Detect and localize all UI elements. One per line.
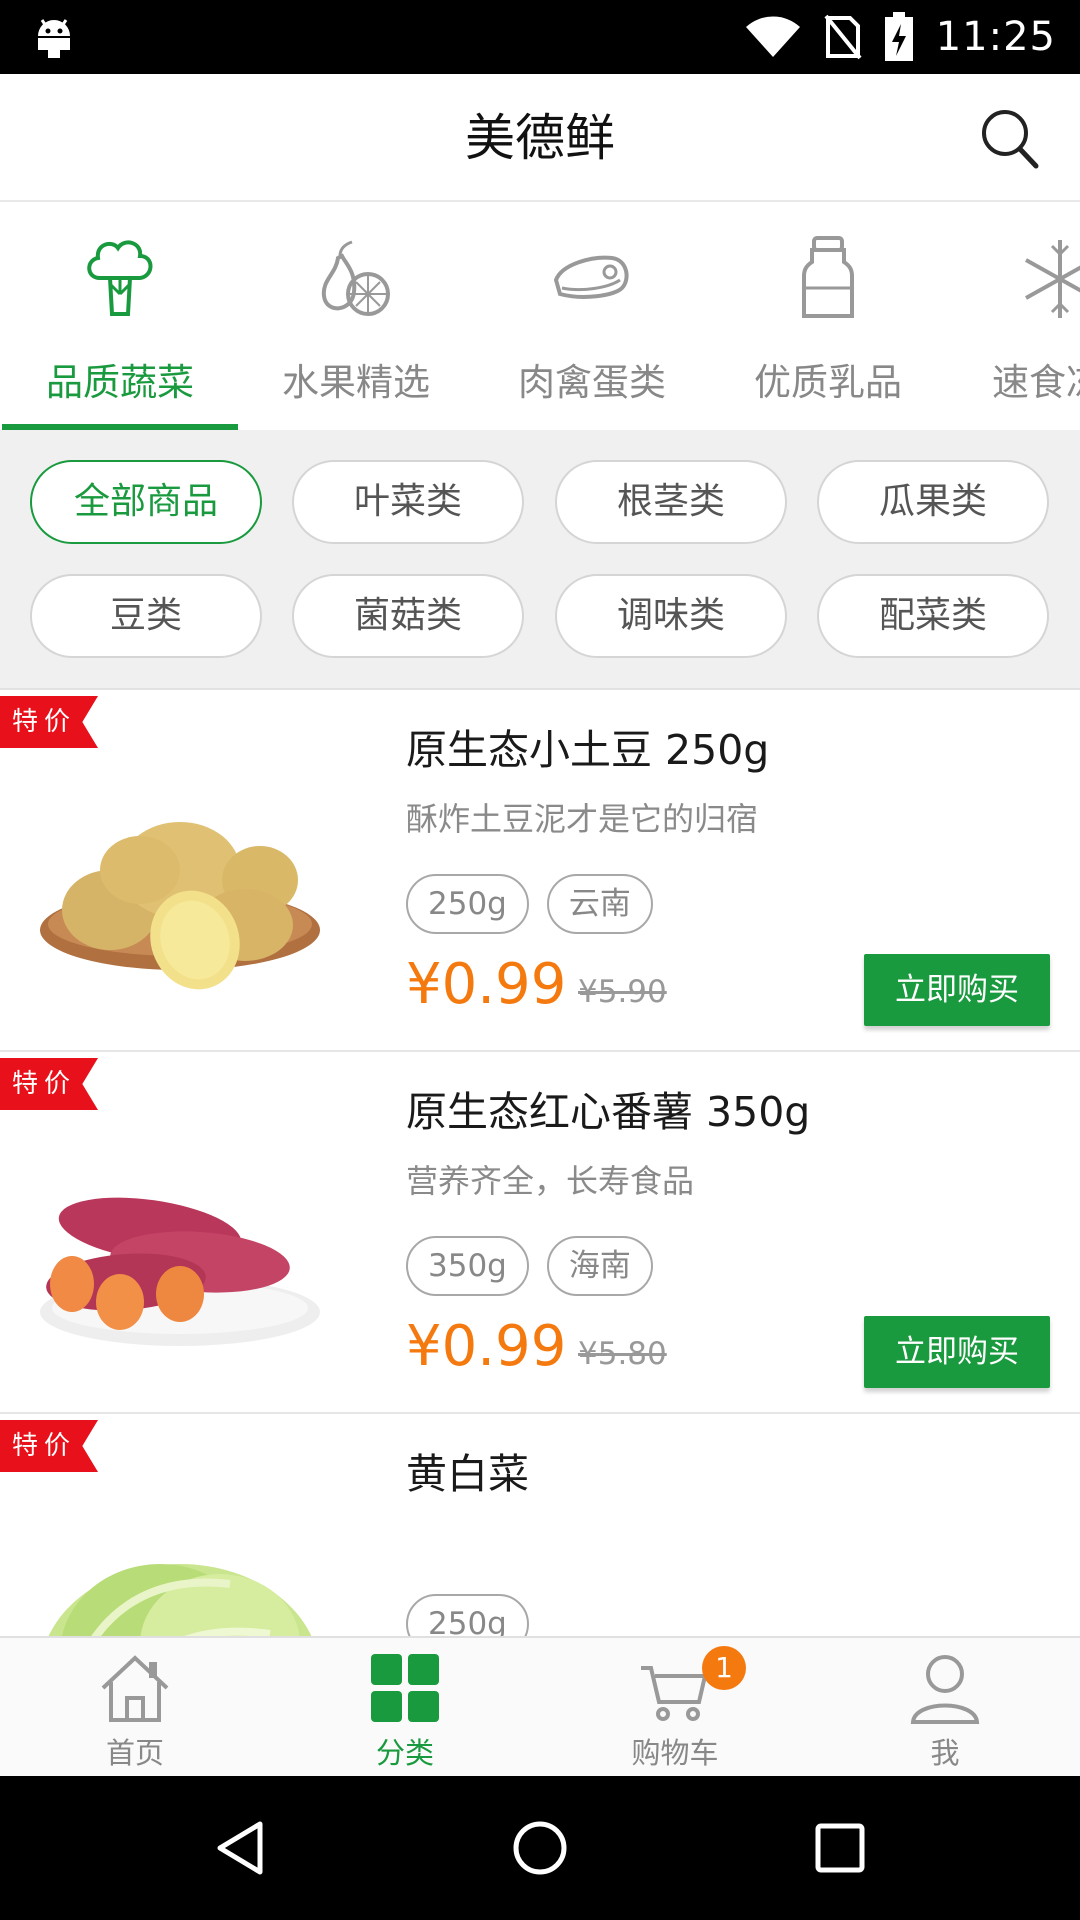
bottom-tab-bar: 首页 分类 1 购物车 我 [0, 1636, 1080, 1776]
milk-bottle-icon [802, 236, 854, 318]
origin-tag: 云南 [546, 874, 653, 934]
category-label: 速食冻品 [992, 361, 1080, 404]
page-title: 美德鲜 [465, 109, 615, 167]
recents-icon[interactable] [810, 1818, 870, 1878]
product-tags: 250g 云南 [406, 874, 653, 934]
top-app-bar: 美德鲜 [0, 74, 1080, 202]
list-item[interactable]: 特价 原生态红心番薯 350g 营养齐全，长寿食品 350g 海南 ¥0.99 … [0, 1052, 1080, 1414]
tab-label: 分类 [375, 1736, 434, 1770]
profile-icon [910, 1655, 980, 1724]
back-icon[interactable] [210, 1818, 270, 1878]
meat-icon [553, 255, 629, 299]
category-frozen[interactable]: 速食冻品 [946, 204, 1080, 430]
tab-category[interactable]: 分类 [270, 1638, 540, 1778]
filter-side[interactable]: 配菜类 [817, 574, 1049, 658]
category-strip: 品质蔬菜 水果精选 肉禽蛋类 优质乳品 速食冻品 [0, 204, 1080, 430]
list-item[interactable]: 特价 黄白菜 250g [0, 1414, 1080, 1636]
category-meat[interactable]: 肉禽蛋类 [474, 204, 710, 430]
product-description: 营养齐全，长寿食品 [406, 1162, 695, 1200]
status-time: 11:25 [935, 14, 1056, 60]
category-fruit[interactable]: 水果精选 [238, 204, 474, 430]
cart-icon [641, 1666, 708, 1721]
cabbage-image [48, 1564, 312, 1636]
list-item[interactable]: 特价 原生态小土豆 250g 酥炸土豆泥才是它的归宿 250g 云南 ¥0.99… [0, 690, 1080, 1052]
category-vegetables[interactable]: 品质蔬菜 [2, 204, 238, 430]
buy-now-button[interactable]: 立即购买 [864, 1316, 1050, 1388]
tab-label: 购物车 [631, 1736, 719, 1770]
broccoli-icon [87, 240, 153, 316]
android-debug-icon [38, 19, 70, 58]
special-badge: 特价 [0, 1420, 98, 1472]
original-price: ¥5.90 [578, 974, 667, 1010]
tab-me[interactable]: 我 [810, 1638, 1080, 1778]
product-tags: 350g 海南 [406, 1236, 653, 1296]
category-dairy[interactable]: 优质乳品 [710, 204, 946, 430]
product-tags: 250g [406, 1594, 529, 1636]
special-badge: 特价 [0, 1058, 98, 1110]
wifi-icon [745, 16, 800, 57]
system-nav-bar [0, 1776, 1080, 1920]
product-price: ¥0.99 [406, 1314, 567, 1379]
special-badge: 特价 [0, 696, 98, 748]
category-label: 水果精选 [282, 361, 430, 404]
product-name: 原生态小土豆 250g [406, 726, 770, 774]
category-label: 肉禽蛋类 [518, 361, 666, 404]
home-icon [101, 1655, 169, 1722]
filter-root[interactable]: 根茎类 [555, 460, 787, 544]
product-name: 黄白菜 [406, 1450, 529, 1498]
filter-seasoning[interactable]: 调味类 [555, 574, 787, 658]
fruit-icon [321, 240, 390, 316]
original-price: ¥5.80 [578, 1336, 667, 1372]
product-price: ¥0.99 [406, 952, 567, 1017]
filter-chips: 全部商品 叶菜类 根茎类 瓜果类 豆类 菌菇类 调味类 配菜类 [0, 430, 1080, 690]
snowflake-icon [1025, 240, 1080, 318]
sweet-potato-image [40, 1197, 320, 1346]
product-description: 酥炸土豆泥才是它的归宿 [406, 800, 759, 838]
weight-tag: 250g [406, 874, 529, 934]
no-sim-icon [824, 14, 862, 60]
product-list: 特价 原生态小土豆 250g 酥炸土豆泥才是它的归宿 250g 云南 ¥0.99… [0, 690, 1080, 1636]
category-grid-icon [371, 1654, 439, 1722]
origin-tag: 海南 [546, 1236, 653, 1296]
cart-count-badge: 1 [702, 1646, 746, 1690]
search-icon[interactable] [976, 104, 1044, 172]
weight-tag: 350g [406, 1236, 529, 1296]
tab-label: 首页 [105, 1736, 164, 1770]
filter-all[interactable]: 全部商品 [30, 460, 262, 544]
category-label: 品质蔬菜 [46, 361, 194, 404]
battery-charging-icon [884, 12, 913, 61]
home-circle-icon[interactable] [510, 1818, 570, 1878]
buy-now-button[interactable]: 立即购买 [864, 954, 1050, 1026]
product-name: 原生态红心番薯 350g [406, 1088, 811, 1136]
weight-tag: 250g [406, 1594, 529, 1636]
filter-leafy[interactable]: 叶菜类 [292, 460, 524, 544]
filter-gourd[interactable]: 瓜果类 [817, 460, 1049, 544]
filter-beans[interactable]: 豆类 [30, 574, 262, 658]
tab-home[interactable]: 首页 [0, 1638, 270, 1778]
potato-image [40, 822, 320, 990]
tab-label: 我 [930, 1736, 960, 1770]
category-label: 优质乳品 [754, 361, 902, 404]
filter-mushroom[interactable]: 菌菇类 [292, 574, 524, 658]
status-bar: 11:25 [0, 0, 1080, 74]
tab-cart[interactable]: 1 购物车 [540, 1638, 810, 1778]
